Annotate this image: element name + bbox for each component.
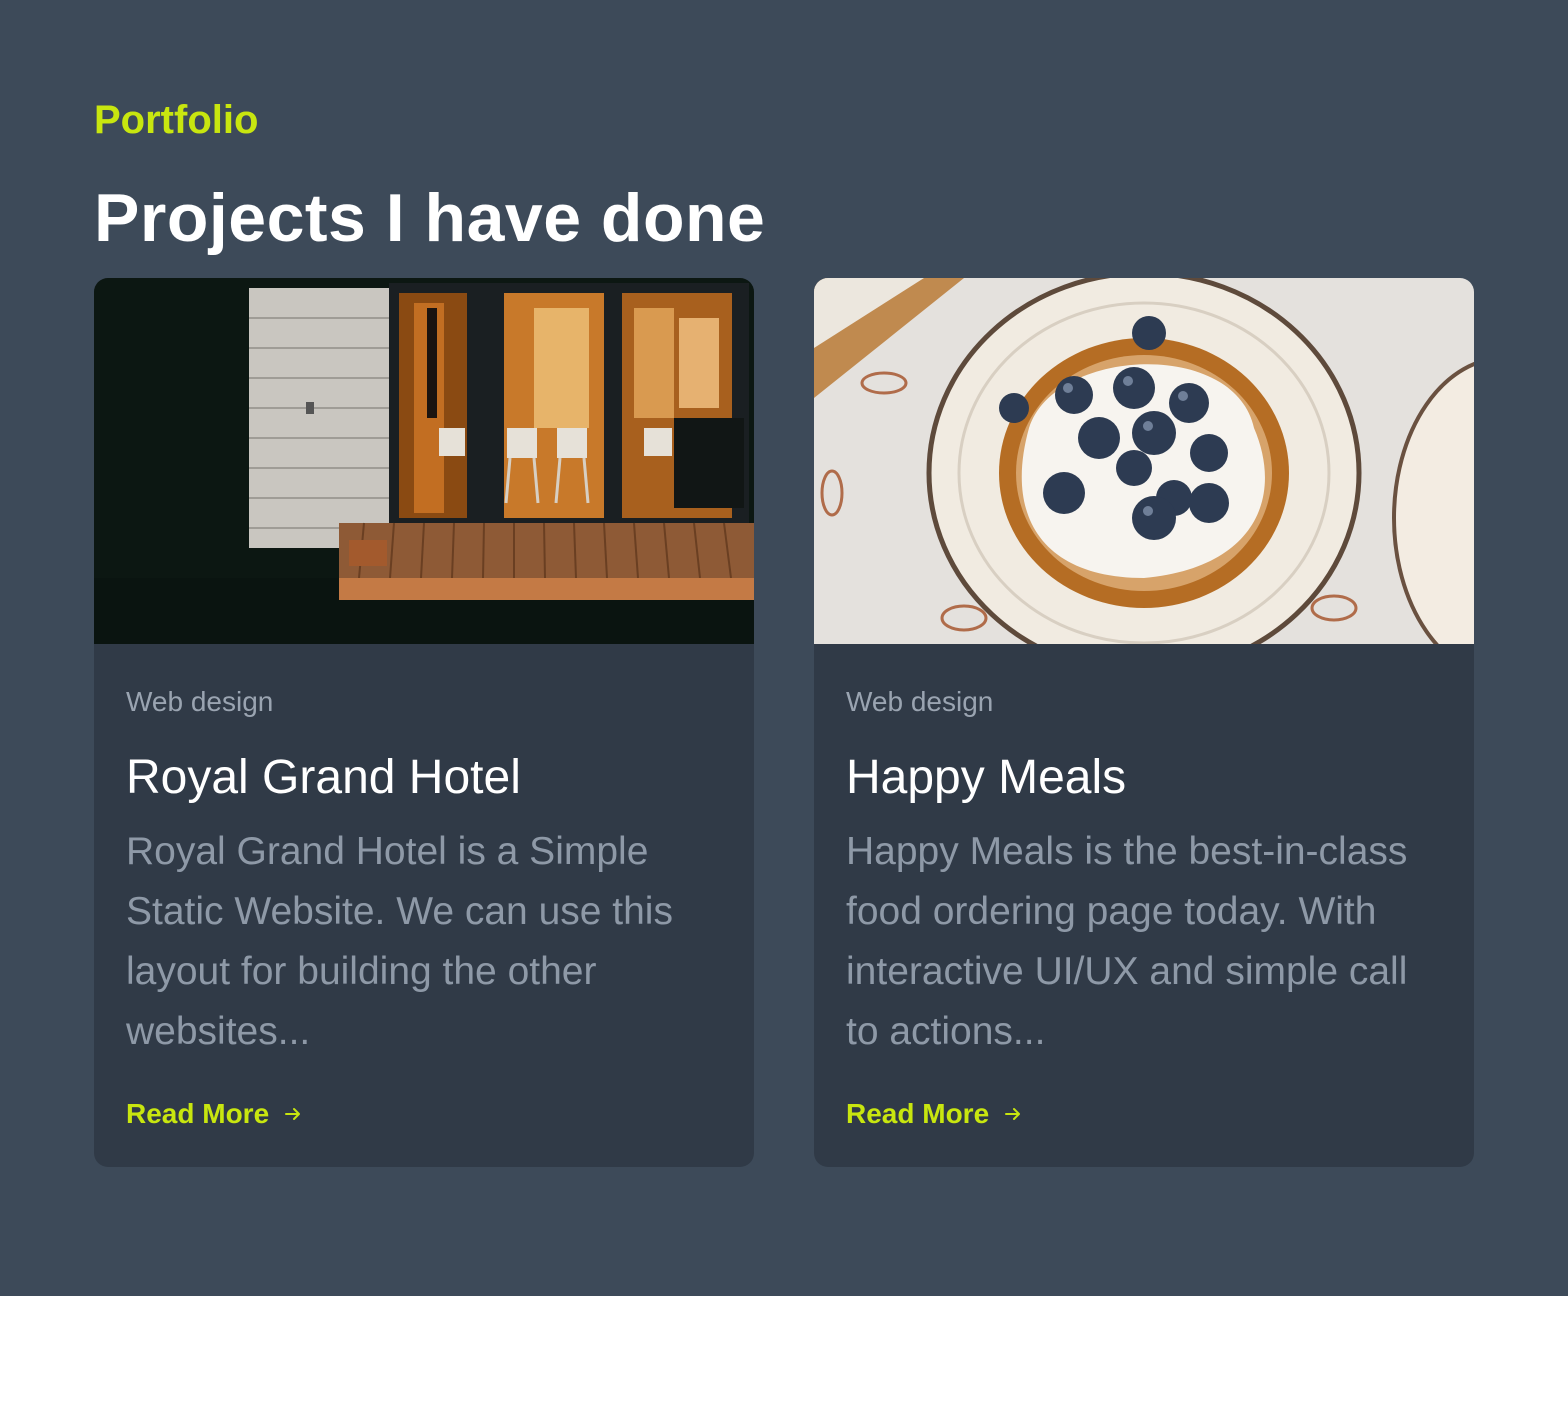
project-image-house [94,278,754,644]
section-heading: Projects I have done [94,180,766,256]
read-more-label: Read More [126,1098,270,1129]
project-card-royal-grand-hotel: Web design Royal Grand Hotel Royal Grand… [94,278,754,1167]
project-category: Web design [846,686,994,717]
project-description: Royal Grand Hotel is a Simple Static Web… [126,830,673,1053]
read-more-link[interactable]: Read More [126,1094,303,1134]
project-card-happy-meals: Web design Happy Meals Happy Meals is th… [814,278,1474,1167]
arrow-right-icon [1005,1108,1021,1120]
read-more-label: Read More [846,1098,990,1129]
section-eyebrow: Portfolio [94,98,259,142]
arrow-right-icon [285,1108,301,1120]
project-category: Web design [126,686,274,717]
project-image-waffles [814,278,1474,644]
portfolio-section: Portfolio Projects I have done Web desig… [0,0,1568,1296]
project-title: Royal Grand Hotel [126,751,521,804]
project-description: Happy Meals is the best-in-class food or… [846,830,1408,1053]
project-title: Happy Meals [846,751,1127,804]
read-more-link[interactable]: Read More [846,1094,1023,1134]
